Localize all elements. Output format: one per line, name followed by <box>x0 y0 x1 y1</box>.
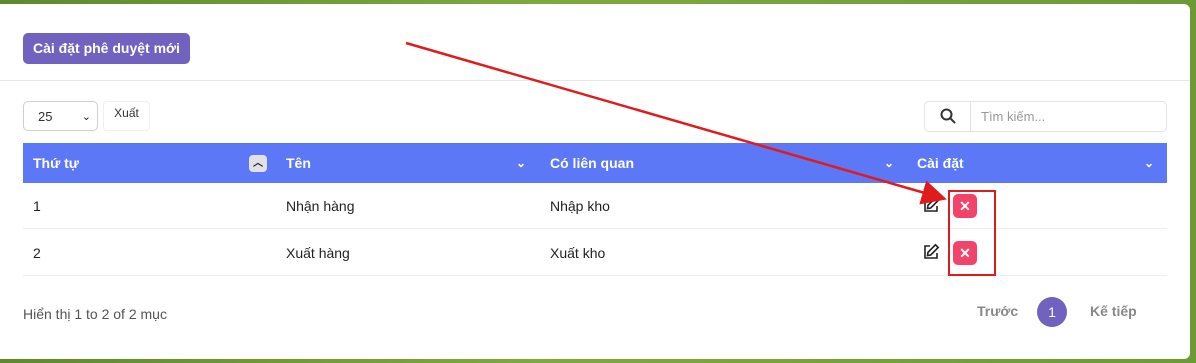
annotation-arrow <box>405 41 947 205</box>
